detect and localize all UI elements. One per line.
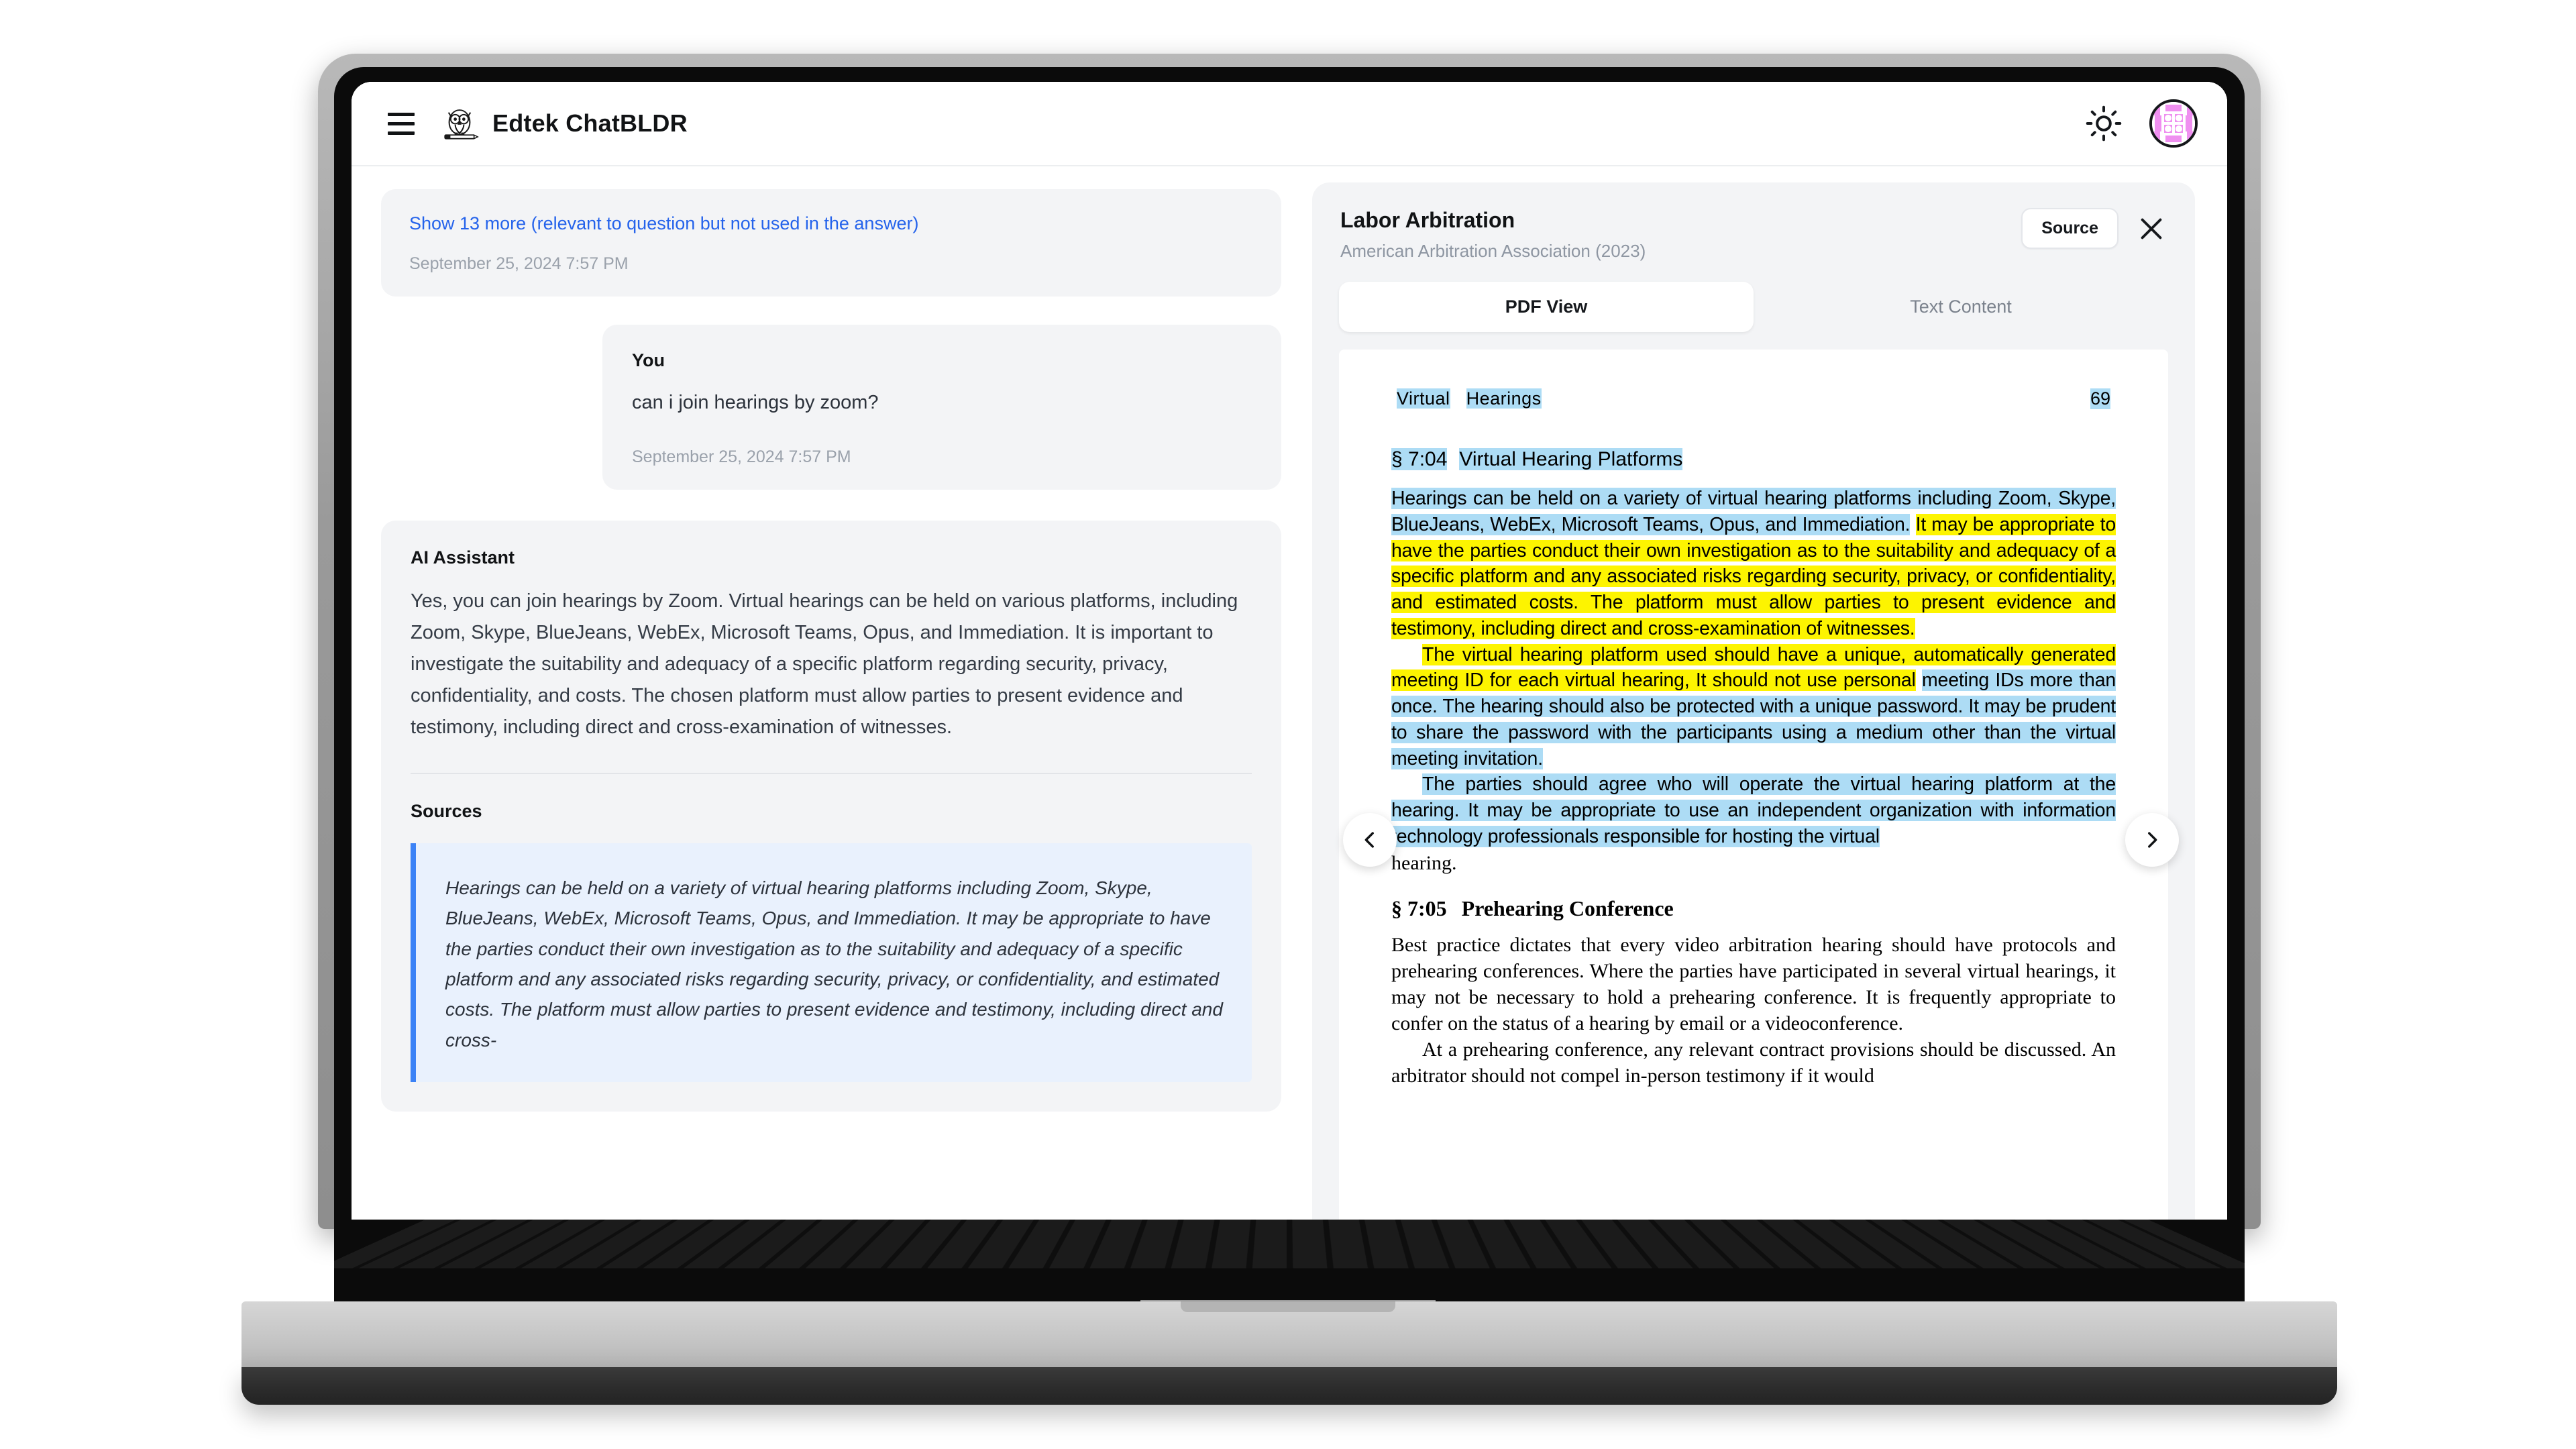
user-message: You can i join hearings by zoom? Septemb…: [602, 325, 1281, 490]
laptop-mockup: Edtek ChatBLDR Show 13 more (relevant to…: [0, 0, 2576, 1449]
sun-icon[interactable]: [2085, 105, 2123, 142]
running-head-part2: Hearings: [1466, 388, 1542, 409]
laptop-keyboard: [334, 1220, 2245, 1269]
hamburger-menu-icon[interactable]: [380, 102, 423, 145]
document-panel: Labor Arbitration American Arbitration A…: [1312, 182, 2195, 1220]
divider: [411, 772, 1252, 774]
tab-pdf-view[interactable]: PDF View: [1339, 282, 1754, 332]
section-number: § 7:04: [1391, 448, 1448, 470]
source-button[interactable]: Source: [2021, 208, 2118, 249]
app-header: Edtek ChatBLDR: [352, 82, 2227, 166]
chevron-left-icon: [1364, 832, 1374, 848]
message-role-label: AI Assistant: [411, 547, 515, 568]
tab-text-content[interactable]: Text Content: [1754, 282, 2168, 332]
chevron-right-icon: [2148, 832, 2157, 848]
pdf-paragraph-5: At a prehearing conference, any relevant…: [1391, 1036, 2116, 1089]
document-panel-header: Labor Arbitration American Arbitration A…: [1335, 205, 2172, 262]
hamburger-bar-2: [388, 121, 415, 125]
avatar-pattern: [2152, 102, 2195, 145]
show-more-link[interactable]: Show 13 more (relevant to question but n…: [409, 213, 918, 234]
pdf-section-heading-705: § 7:05 Prehearing Conference: [1391, 896, 2116, 921]
pdf-paragraph-1: Hearings can be held on a variety of vir…: [1391, 486, 2116, 642]
running-head-part1: Virtual: [1397, 388, 1450, 409]
document-meta: Labor Arbitration American Arbitration A…: [1340, 208, 1646, 262]
pdf-previous-page-button[interactable]: [1343, 813, 1397, 867]
user-message-timestamp: September 25, 2024 7:57 PM: [632, 447, 851, 467]
pdf-paragraph-3-tail: hearing.: [1391, 850, 2116, 876]
highlight-blue-3: The parties should agree who will operat…: [1391, 773, 2116, 847]
document-view-tabs: PDF View Text Content: [1339, 282, 2168, 332]
pdf-next-page-button[interactable]: [2125, 813, 2179, 867]
paragraph-5-text: At a prehearing conference, any relevant…: [1391, 1038, 2116, 1087]
app-title: Edtek ChatBLDR: [492, 109, 688, 137]
main-content: Show 13 more (relevant to question but n…: [352, 166, 2227, 1220]
hamburger-bar-3: [388, 131, 415, 135]
user-message-text: can i join hearings by zoom?: [632, 392, 879, 413]
message-role-label: You: [632, 350, 665, 370]
document-panel-actions: Source: [2021, 208, 2167, 249]
show-more-timestamp: September 25, 2024 7:57 PM: [409, 254, 629, 273]
laptop-trackpad-notch: [1181, 1301, 1395, 1312]
paragraph-tail-text: hearing.: [1391, 851, 1457, 874]
section-number: § 7:05: [1391, 896, 1447, 920]
header-actions: [2085, 99, 2198, 148]
assistant-message-text: Yes, you can join hearings by Zoom. Virt…: [411, 590, 1238, 738]
pdf-paragraph-2: The virtual hearing platform used should…: [1391, 642, 2116, 772]
application-window: Edtek ChatBLDR Show 13 more (relevant to…: [352, 82, 2227, 1220]
pdf-viewport[interactable]: Virtual Hearings 69 § 7:04 Virtual Hearin…: [1339, 350, 2168, 1220]
brand: Edtek ChatBLDR: [440, 104, 688, 143]
pdf-page: Virtual Hearings 69 § 7:04 Virtual Hearin…: [1391, 388, 2116, 1089]
section-title: Virtual Hearing Platforms: [1459, 448, 1683, 470]
laptop-foot: [241, 1367, 2337, 1405]
document-title: Labor Arbitration: [1340, 208, 1515, 232]
source-quote: Hearings can be held on a variety of vir…: [411, 843, 1252, 1083]
sources-heading: Sources: [411, 800, 482, 821]
show-more-card: Show 13 more (relevant to question but n…: [381, 189, 1281, 297]
pdf-running-head: Virtual Hearings 69: [1391, 388, 2116, 409]
laptop-keyboard-area: [334, 1220, 2245, 1305]
pdf-paragraph-4: Best practice dictates that every video …: [1391, 933, 2116, 1034]
pdf-section-heading-704: § 7:04 Virtual Hearing Platforms: [1391, 448, 2116, 471]
pdf-paragraph-3: The parties should agree who will operat…: [1391, 771, 2116, 849]
pencil-icon: [444, 134, 479, 140]
close-icon[interactable]: [2136, 213, 2167, 244]
avatar[interactable]: [2149, 99, 2198, 148]
document-subtitle: American Arbitration Association (2023): [1340, 241, 1646, 261]
chat-column: Show 13 more (relevant to question but n…: [352, 166, 1312, 1220]
laptop-screen: Edtek ChatBLDR Show 13 more (relevant to…: [352, 82, 2227, 1220]
pdf-page-number: 69: [2090, 388, 2110, 409]
hamburger-bar-1: [388, 112, 415, 116]
assistant-message: AI Assistant Yes, you can join hearings …: [381, 521, 1281, 1112]
owl-logo-icon: [444, 109, 479, 140]
section-title: Prehearing Conference: [1461, 896, 1674, 920]
